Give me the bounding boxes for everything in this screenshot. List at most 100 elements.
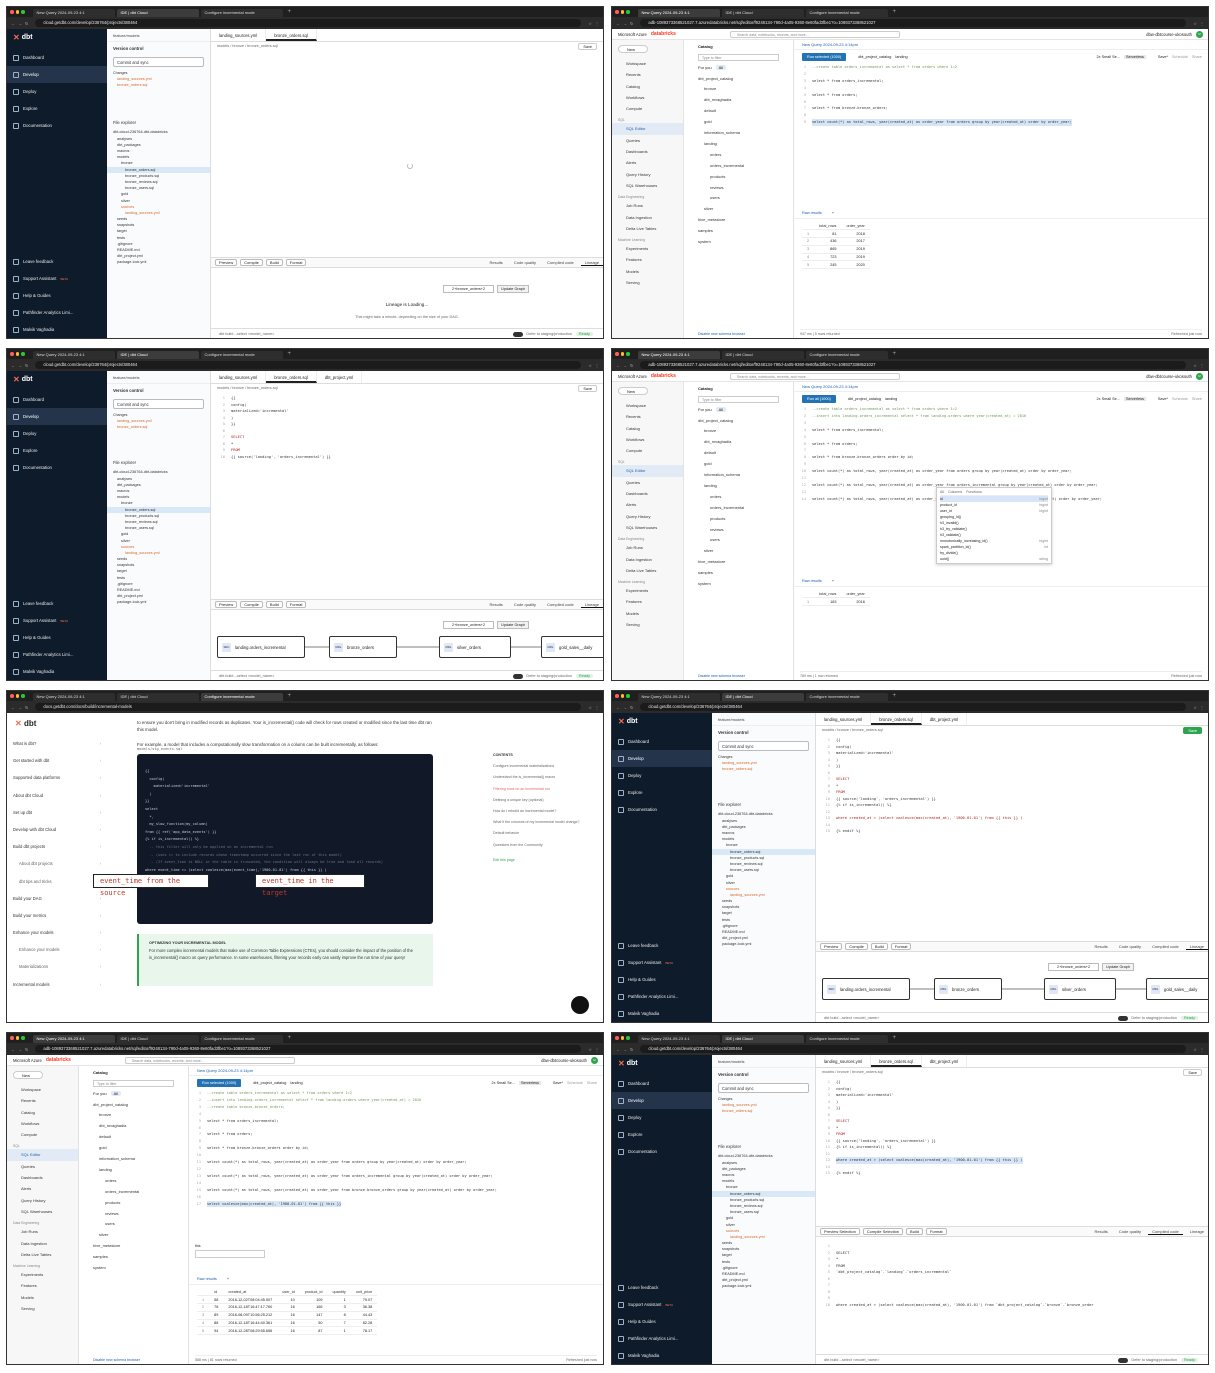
window-button-icon[interactable] — [15, 10, 19, 14]
catalog-filter-input[interactable]: Type to filter — [698, 396, 779, 403]
edit-page-link[interactable]: Edit this page — [493, 858, 591, 863]
changed-file[interactable]: bronze_orders.sql — [712, 1108, 815, 1114]
all-tab[interactable]: All — [110, 1091, 122, 1096]
catalog-filter-input[interactable]: Type to filter — [93, 1080, 174, 1087]
run-button[interactable]: Run all (1000) — [802, 395, 836, 403]
toc-link[interactable]: Filtering rows on an incremental run — [493, 787, 591, 792]
disable-browser-link[interactable]: Disable new schema browser — [698, 674, 745, 678]
editor-tab[interactable]: bronze_orders.sql — [871, 1055, 922, 1067]
chat-bubble-icon[interactable] — [571, 996, 589, 1014]
catalog-tree-item[interactable]: gold — [684, 117, 793, 128]
window-button-icon[interactable] — [626, 352, 630, 356]
command-input[interactable]: dbt build --select <model_name> — [824, 1358, 879, 1362]
column-header[interactable]: order_year — [841, 590, 870, 599]
nav-item-deploy[interactable]: Deploy — [612, 767, 712, 784]
save-button[interactable]: Save* — [553, 1081, 563, 1085]
nav-arrow-icon[interactable]: → — [18, 21, 22, 26]
sidebar-item[interactable]: Recents — [612, 69, 683, 80]
warehouse-selector[interactable]: 2x Small Se... — [1097, 397, 1120, 401]
sidebar-item[interactable]: Workspace — [612, 400, 683, 411]
catalog-tree-item[interactable]: bronze — [684, 84, 793, 95]
defer-toggle[interactable] — [1118, 1357, 1129, 1363]
browser-tab[interactable]: IDE | dbt Cloud — [116, 1035, 199, 1043]
browser-tab[interactable]: New Query 2024-09-23 4:1 — [637, 9, 720, 17]
catalog-tree-item[interactable]: silver — [684, 204, 793, 215]
docs-nav-item[interactable]: Enhance your models › — [7, 941, 107, 958]
editor-tab[interactable]: landing_sources.yml — [816, 713, 872, 725]
action-preview-button[interactable]: Preview — [215, 601, 238, 608]
lineage-select-input[interactable]: 2+bronze_orders+2 — [1048, 963, 1100, 971]
code-editor[interactable]: 1{{2 config(3 materialized='incremental'… — [816, 1077, 1208, 1144]
column-header[interactable]: created_at — [223, 1288, 278, 1297]
sidebar-item[interactable]: Data Ingestion — [7, 1238, 78, 1249]
window-controls[interactable] — [10, 694, 25, 698]
file-tree-item[interactable]: package-lock.yml — [107, 599, 210, 605]
changed-file[interactable]: bronze_orders.sql — [107, 82, 210, 88]
sidebar-item[interactable]: Serving — [612, 619, 683, 630]
sidebar-item[interactable]: Data Ingestion — [612, 554, 683, 565]
compile-selection-button[interactable]: Compile Selection — [862, 1228, 904, 1235]
result-tab[interactable]: Lineage — [1186, 1229, 1208, 1234]
catalog-tree-item[interactable]: system — [684, 578, 793, 589]
sidebar-item[interactable]: Workflows — [612, 434, 683, 445]
nav-arrow-icon[interactable]: ← — [616, 1047, 620, 1052]
run-button[interactable]: Run selected (1000) — [802, 53, 847, 61]
branch-name[interactable]: feature/models — [107, 29, 210, 42]
catalog-tree-item[interactable]: gold — [684, 459, 793, 470]
commit-sync-button[interactable]: Commit and sync — [718, 1083, 809, 1093]
sidebar-item[interactable]: Job Runs — [612, 542, 683, 553]
sidebar-bottom-item[interactable]: Help & Guides — [7, 629, 107, 646]
browser-menu-icon[interactable]: ⋮ — [595, 1047, 599, 1052]
catalog-tree-item[interactable]: orders — [684, 491, 793, 502]
catalog-tree-item[interactable]: dbt_mvaghadia — [684, 437, 793, 448]
share-button[interactable]: Share — [587, 1081, 597, 1085]
catalog-tree-item[interactable]: information_schema — [684, 127, 793, 138]
result-tab[interactable]: Compiled code — [1148, 944, 1183, 949]
catalog-tree-item[interactable]: products — [684, 171, 793, 182]
browser-menu-icon[interactable]: ☆ — [1193, 21, 1197, 26]
share-button[interactable]: Share — [1192, 55, 1202, 59]
catalog-tree-item[interactable]: reviews — [79, 1208, 188, 1219]
sidebar-item[interactable]: Workflows — [7, 1118, 78, 1129]
action-compile-button[interactable]: Compile — [240, 601, 263, 608]
sidebar-item[interactable]: Serving — [612, 277, 683, 288]
file-tree-item[interactable]: package-lock.yml — [107, 259, 210, 265]
sidebar-item[interactable]: Catalog — [612, 81, 683, 92]
browser-menu-icon[interactable]: ☆ — [1193, 705, 1197, 710]
nav-arrow-icon[interactable]: → — [623, 21, 627, 26]
sidebar-item[interactable]: Experiments — [612, 585, 683, 596]
defer-toggle[interactable] — [1118, 1015, 1129, 1021]
catalog-tree-item[interactable]: orders — [684, 149, 793, 160]
browser-tab[interactable]: Configure incremental mode — [805, 693, 888, 701]
browser-tab[interactable]: Configure incremental mode — [200, 1035, 283, 1043]
catalog-tree-item[interactable]: reviews — [684, 524, 793, 535]
browser-menu-icon[interactable]: ⋮ — [595, 363, 599, 368]
sidebar-item[interactable]: Catalog — [612, 423, 683, 434]
sidebar-item[interactable]: SQL Editor — [612, 465, 683, 477]
update-graph-button[interactable]: Update Graph — [1102, 963, 1135, 971]
result-tab[interactable]: Lineage — [1185, 944, 1208, 950]
query-tab[interactable]: New Query 2024-09-23 4:14pm — [794, 382, 1208, 392]
browser-menu-icon[interactable]: ⋮ — [1200, 363, 1204, 368]
save-button[interactable]: Save* — [1158, 397, 1168, 401]
add-visualization-icon[interactable]: + — [227, 1277, 229, 1281]
commit-sync-button[interactable]: Commit and sync — [718, 741, 809, 751]
catalog-tree-item[interactable]: dbt_project_catalog — [684, 415, 793, 426]
sidebar-item[interactable]: Recents — [7, 1095, 78, 1106]
browser-tab[interactable]: New Query 2024-09-23 4:1 — [32, 1035, 115, 1043]
window-button-icon[interactable] — [10, 10, 14, 14]
sidebar-item[interactable]: SQL Warehouses — [612, 180, 683, 191]
browser-tab[interactable]: IDE | dbt Cloud — [721, 9, 804, 17]
for-you-tab[interactable]: For you — [93, 1091, 107, 1096]
new-tab-icon[interactable]: + — [288, 9, 292, 15]
sidebar-bottom-item[interactable]: Pathfinder Analytics Limi... — [7, 646, 107, 663]
commit-sync-button[interactable]: Commit and sync — [113, 57, 204, 67]
catalog-tree-item[interactable]: hive_metastore — [684, 215, 793, 226]
catalog-selector[interactable]: dbt_project_catalog — [253, 1081, 286, 1085]
nav-arrow-icon[interactable]: ← — [11, 705, 15, 710]
query-tab[interactable]: New Query 2024-09-23 4:14pm — [794, 40, 1208, 50]
window-button-icon[interactable] — [615, 352, 619, 356]
sidebar-item[interactable]: Experiments — [612, 243, 683, 254]
parameter-input[interactable] — [195, 1250, 265, 1258]
new-tab-icon[interactable]: + — [893, 1035, 897, 1041]
